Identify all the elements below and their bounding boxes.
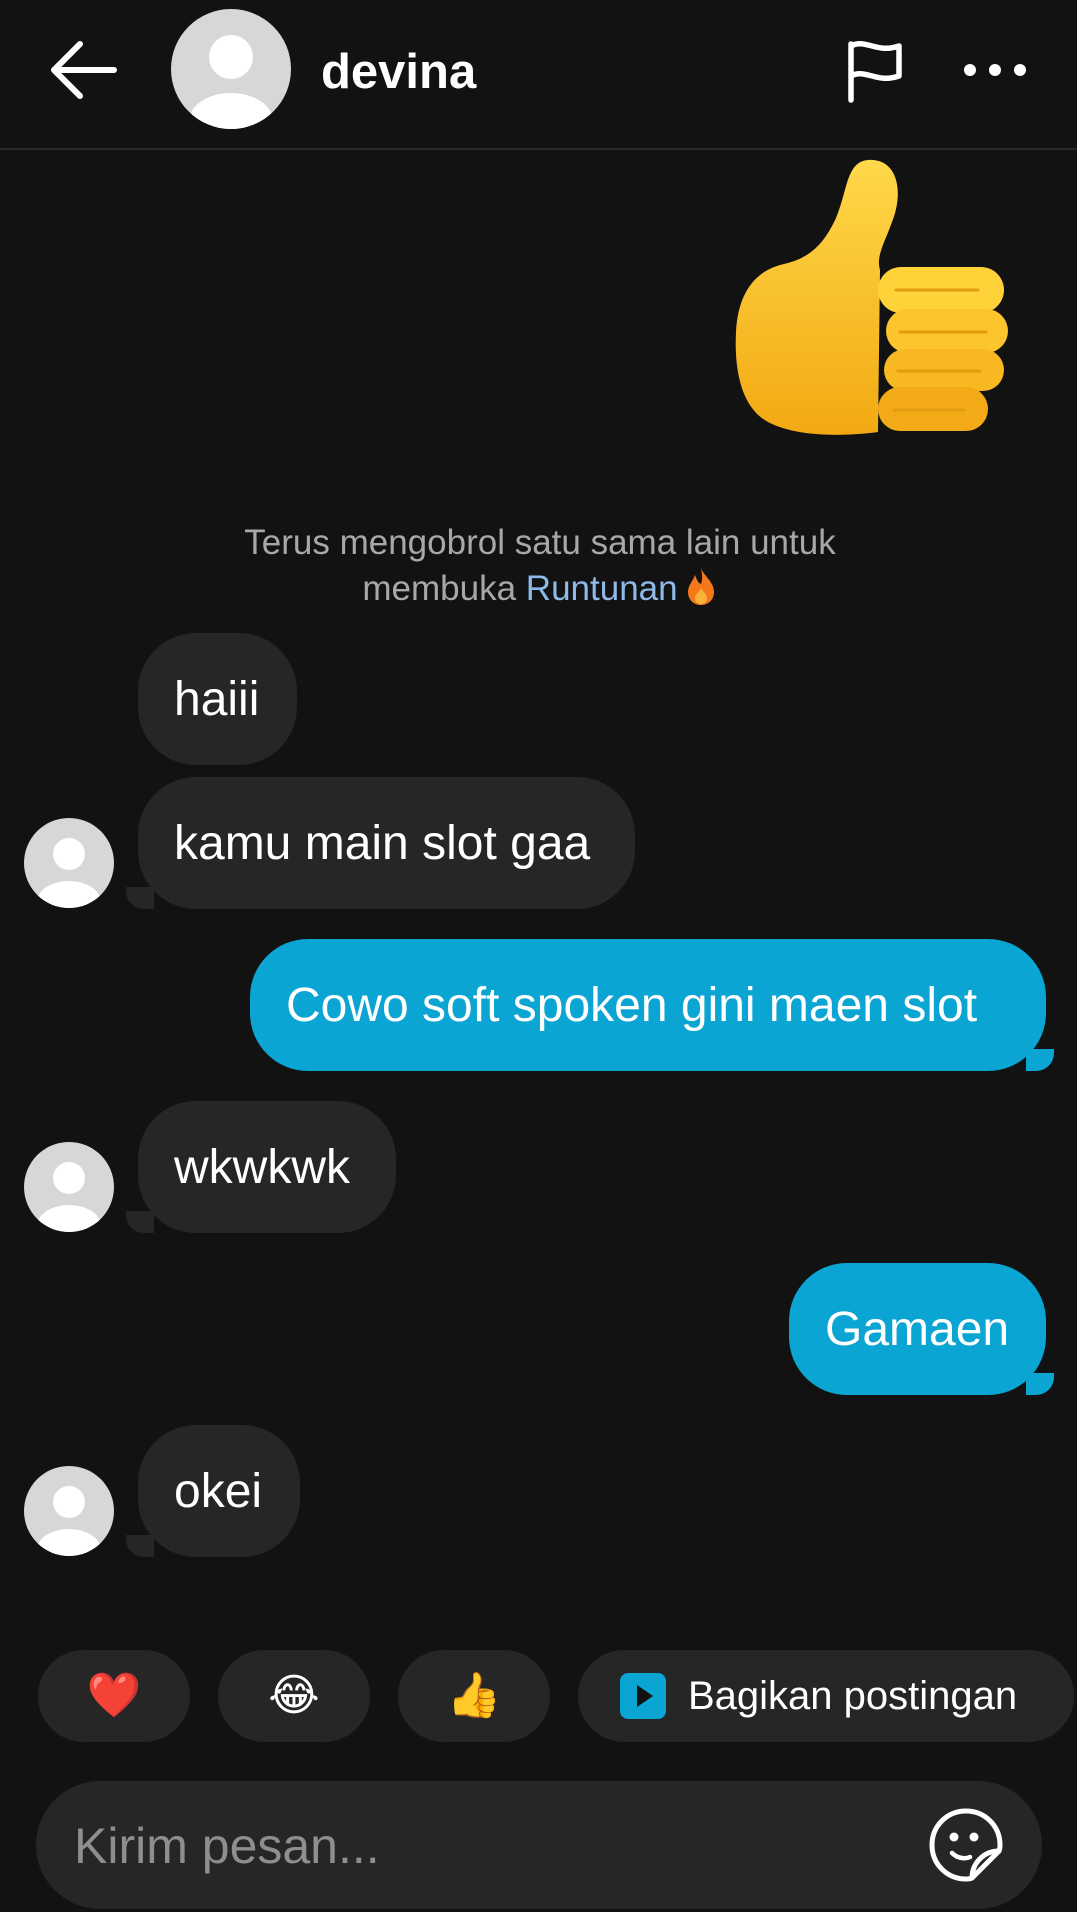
chat-header: devina: [0, 0, 1077, 150]
thumbs-up-sticker[interactable]: [728, 152, 1018, 442]
quick-reply-bar: ❤️ 😂 👍 Bagikan postingan: [0, 1650, 1077, 1742]
message-bubble-outgoing[interactable]: Cowo soft spoken gini maen slot: [250, 939, 1046, 1071]
streak-prompt-line1: Terus mengobrol satu sama lain untuk: [244, 523, 836, 562]
flag-icon: [848, 41, 902, 103]
more-options-button[interactable]: [962, 52, 1028, 88]
bubble-tail: [126, 887, 154, 909]
share-post-button[interactable]: Bagikan postingan: [578, 1650, 1074, 1742]
message-bubble-incoming[interactable]: okei: [138, 1425, 300, 1557]
message-bubble-outgoing[interactable]: Gamaen: [789, 1263, 1046, 1395]
share-post-label: Bagikan postingan: [688, 1673, 1018, 1718]
heart-icon: ❤️: [86, 1671, 142, 1720]
bubble-tail: [126, 1535, 154, 1557]
back-button[interactable]: [48, 38, 120, 102]
sticker-face-icon: [929, 1808, 1003, 1882]
quick-reply-laugh[interactable]: 😂: [218, 1650, 370, 1742]
laughing-face-icon: 😂: [268, 1671, 320, 1720]
play-square-icon: [620, 1673, 666, 1719]
thumbs-up-icon: 👍: [446, 1671, 502, 1720]
arrow-left-icon: [51, 41, 117, 99]
message-bubble-incoming[interactable]: kamu main slot gaa: [138, 777, 635, 909]
message-text: Cowo soft spoken gini maen slot: [286, 978, 978, 1032]
message-text: kamu main slot gaa: [174, 816, 591, 870]
quick-reply-heart[interactable]: ❤️: [38, 1650, 190, 1742]
contact-avatar[interactable]: [171, 9, 291, 129]
message-text: haiii: [174, 672, 260, 726]
contact-username[interactable]: devina: [321, 42, 476, 102]
more-horizontal-icon: [964, 64, 1026, 76]
bubble-tail: [126, 1211, 154, 1233]
streak-prompt: Terus mengobrol satu sama lain untuk mem…: [150, 520, 930, 612]
message-input[interactable]: [72, 1781, 926, 1911]
message-text: Gamaen: [825, 1302, 1010, 1356]
sticker-button[interactable]: [928, 1807, 1004, 1883]
streak-prompt-line2: membuka Runtunan: [150, 566, 930, 612]
message-bubble-incoming[interactable]: wkwkwk: [138, 1101, 396, 1233]
message-text: wkwkwk: [174, 1140, 350, 1194]
quick-reply-thumbs-up[interactable]: 👍: [398, 1650, 550, 1742]
report-button[interactable]: [843, 38, 907, 104]
message-text: okei: [174, 1464, 263, 1518]
streak-link[interactable]: Runtunan: [526, 569, 678, 608]
streak-prompt-prefix: membuka: [362, 569, 517, 608]
message-composer: [36, 1781, 1042, 1911]
sender-avatar[interactable]: [24, 818, 114, 908]
sender-avatar[interactable]: [24, 1466, 114, 1556]
sender-avatar[interactable]: [24, 1142, 114, 1232]
message-bubble-incoming[interactable]: haiii: [138, 633, 297, 765]
fire-icon: [687, 568, 714, 605]
